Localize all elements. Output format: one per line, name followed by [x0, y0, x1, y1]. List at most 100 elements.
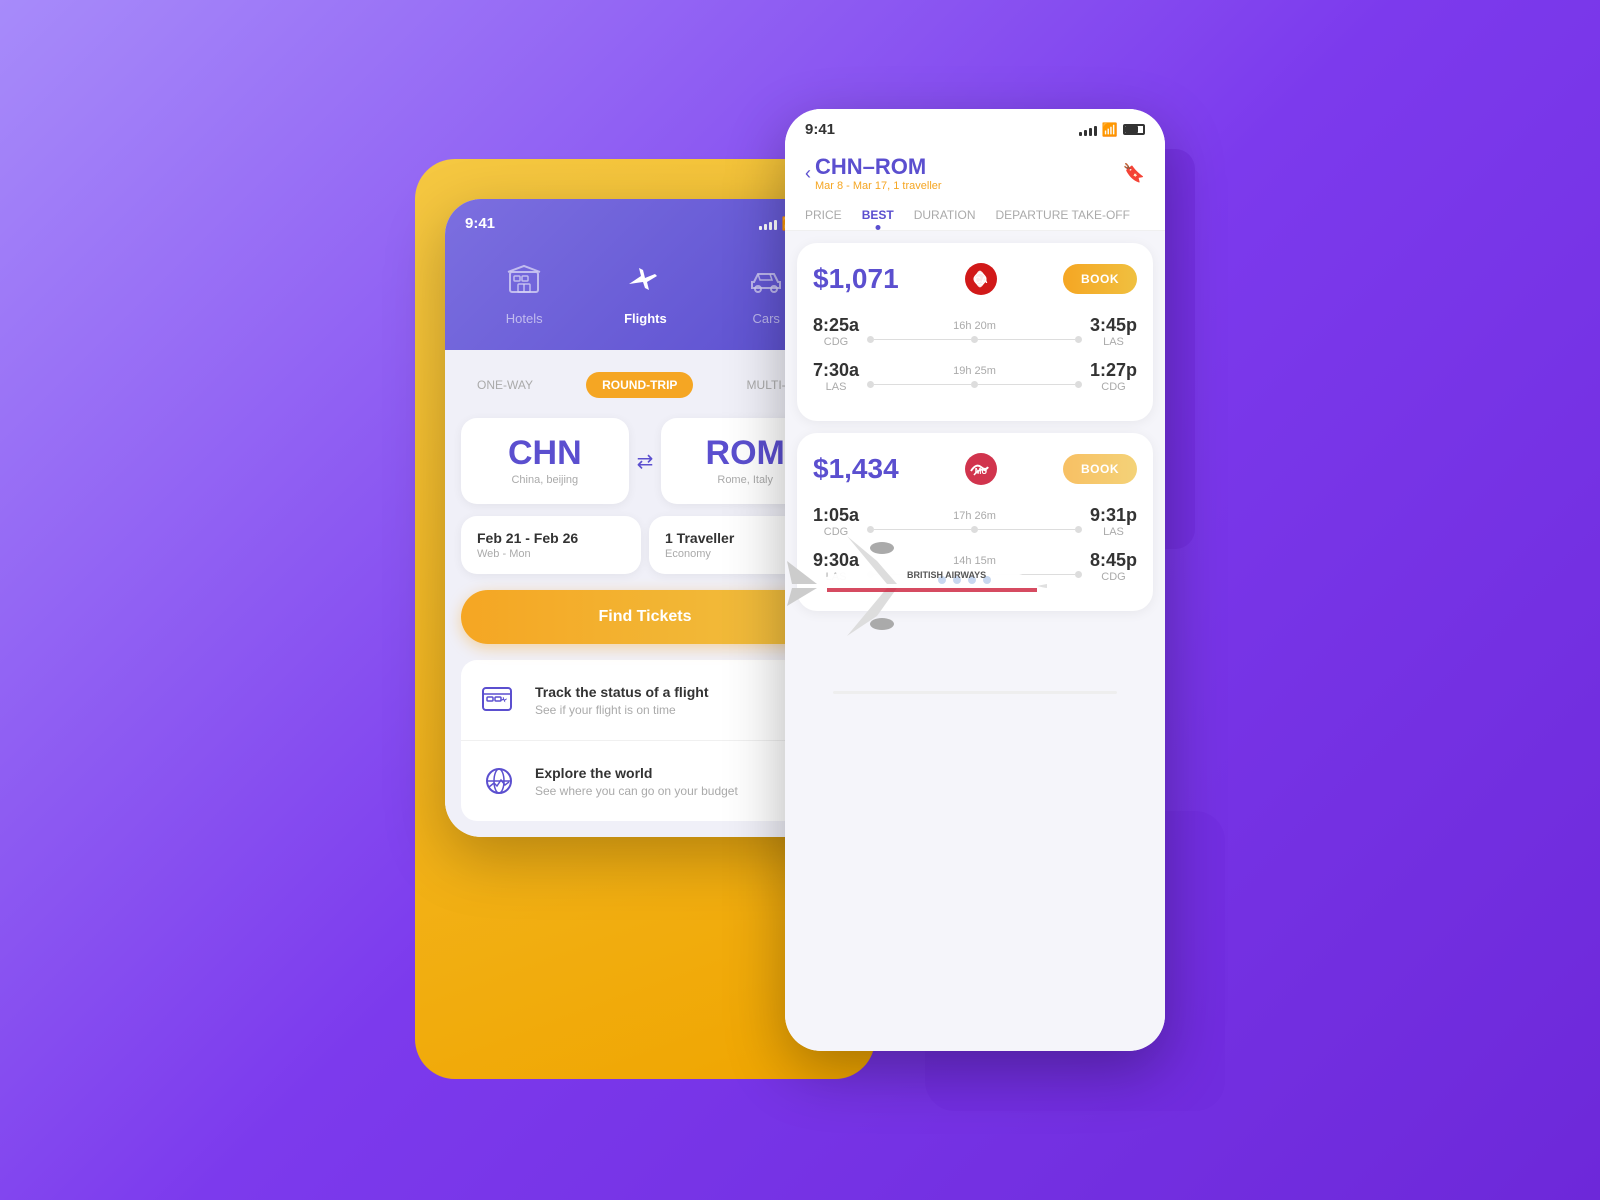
- airplane-image: BRITISH AIRWAYS: [785, 506, 1047, 671]
- air-china-logo: CA: [956, 259, 1006, 299]
- nav-tabs: Hotels Flights: [465, 252, 825, 330]
- round-trip-option[interactable]: ROUND-TRIP: [586, 372, 693, 398]
- route-info: CHN–ROM Mar 8 - Mar 17, 1 traveller: [815, 154, 942, 192]
- feature-list: Track the status of a flight See if your…: [461, 660, 829, 821]
- arrive-airport-1a: LAS: [1090, 336, 1137, 348]
- arrive-time-2b: 8:45p: [1090, 550, 1137, 571]
- depart-airport-1a: CDG: [813, 336, 859, 348]
- track-flight-title: Track the status of a flight: [535, 684, 708, 700]
- swap-icon[interactable]: ⇄: [637, 449, 654, 474]
- one-way-option[interactable]: ONE-WAY: [465, 372, 545, 398]
- svg-text:CA: CA: [974, 275, 987, 285]
- nav-tab-cars[interactable]: Cars: [748, 262, 784, 330]
- nav-tab-hotels[interactable]: Hotels: [506, 262, 543, 330]
- time-right: 9:41: [805, 121, 835, 138]
- flight-card-1-header: $1,071 CA BOOK: [813, 259, 1137, 299]
- sort-departure[interactable]: DEPARTURE TAKE-OFF: [995, 208, 1129, 230]
- explore-world-icon: [477, 759, 521, 803]
- depart-time-1a: 8:25a: [813, 315, 859, 336]
- info-row: Feb 21 - Feb 26 Web - Mon 1 Traveller Ec…: [461, 516, 829, 574]
- explore-world-text: Explore the world See where you can go o…: [535, 765, 738, 798]
- feature-item-track[interactable]: Track the status of a flight See if your…: [461, 660, 829, 741]
- explore-world-subtitle: See where you can go on your budget: [535, 784, 738, 798]
- arrive-airport-2b: CDG: [1090, 571, 1137, 583]
- flight-1-price: $1,071: [813, 263, 899, 295]
- flights-label: Flights: [624, 311, 667, 326]
- origin-card[interactable]: CHN China, beijing: [461, 418, 629, 504]
- track-flight-icon: [477, 678, 521, 722]
- right-header: ‹ CHN–ROM Mar 8 - Mar 17, 1 traveller 🔖 …: [785, 146, 1165, 231]
- hotels-icon: [506, 262, 542, 305]
- cars-icon: [748, 262, 784, 305]
- segment-2b-dest: 8:45p CDG: [1090, 550, 1137, 583]
- sort-price[interactable]: PRICE: [805, 208, 842, 230]
- flight-card-1: $1,071 CA BOOK 8:25: [797, 243, 1153, 421]
- route-title: CHN–ROM: [815, 154, 942, 180]
- signal-icon: [759, 218, 777, 230]
- back-button[interactable]: ‹ CHN–ROM Mar 8 - Mar 17, 1 traveller: [805, 154, 942, 192]
- track-flight-subtitle: See if your flight is on time: [535, 703, 708, 717]
- flight-2-price: $1,434: [813, 453, 899, 485]
- right-phone: 9:41 📶 ‹ CHN–ROM: [785, 109, 1165, 1051]
- back-arrow-icon: ‹: [805, 163, 811, 184]
- left-phone-wrapper: 9:41 📶: [435, 189, 845, 837]
- flight-card-2: $1,434 MU BOOK 1:05: [797, 433, 1153, 611]
- segment-1a-middle: 16h 20m: [859, 320, 1090, 343]
- arrive-time-2a: 9:31p: [1090, 505, 1137, 526]
- china-eastern-logo: MU: [956, 449, 1006, 489]
- hotels-label: Hotels: [506, 311, 543, 326]
- route-dates: Mar 8 - Mar 17, 1 traveller: [815, 180, 942, 192]
- wifi-icon-right: 📶: [1102, 122, 1118, 138]
- find-tickets-button[interactable]: Find Tickets: [461, 590, 829, 644]
- battery-icon-right: [1123, 124, 1145, 135]
- origin-name: China, beijing: [477, 474, 613, 486]
- segment-line-1a: [867, 336, 1082, 343]
- feature-item-explore[interactable]: Explore the world See where you can go o…: [461, 741, 829, 821]
- track-flight-text: Track the status of a flight See if your…: [535, 684, 708, 717]
- segment-1a-dest: 3:45p LAS: [1090, 315, 1137, 348]
- arrive-time-1b: 1:27p: [1090, 360, 1137, 381]
- status-bar-right: 9:41 📶: [785, 109, 1165, 146]
- arrive-airport-1b: CDG: [1090, 381, 1137, 393]
- airport-row: CHN China, beijing ⇄ ROM Rome, Italy: [461, 418, 829, 504]
- segment-2a-dest: 9:31p LAS: [1090, 505, 1137, 538]
- segment-1b-origin: 7:30a LAS: [813, 360, 859, 393]
- segment-1b-dest: 1:27p CDG: [1090, 360, 1137, 393]
- cars-label: Cars: [752, 311, 779, 326]
- dates-card[interactable]: Feb 21 - Feb 26 Web - Mon: [461, 516, 641, 574]
- time-left: 9:41: [465, 215, 495, 232]
- sort-tabs: PRICE BEST DURATION DEPARTURE TAKE-OFF: [805, 196, 1145, 230]
- sort-duration[interactable]: DURATION: [914, 208, 976, 230]
- nav-tab-flights[interactable]: Flights: [624, 262, 667, 330]
- segment-1a-origin: 8:25a CDG: [813, 315, 859, 348]
- flight-card-2-header: $1,434 MU BOOK: [813, 449, 1137, 489]
- arrive-airport-2a: LAS: [1090, 526, 1137, 538]
- duration-1b: 19h 25m: [953, 365, 996, 377]
- arrive-time-1a: 3:45p: [1090, 315, 1137, 336]
- segment-1b: 7:30a LAS 19h 25m 1: [813, 360, 1137, 393]
- back-row: ‹ CHN–ROM Mar 8 - Mar 17, 1 traveller 🔖: [805, 154, 1145, 192]
- dates-sub: Web - Mon: [477, 548, 625, 560]
- scroll-indicator: [833, 691, 1118, 694]
- bookmark-icon[interactable]: 🔖: [1123, 163, 1145, 184]
- duration-1a: 16h 20m: [953, 320, 996, 332]
- origin-code: CHN: [477, 436, 613, 470]
- depart-airport-1b: LAS: [813, 381, 859, 393]
- right-body: $1,071 CA BOOK 8:25: [785, 231, 1165, 1051]
- depart-time-1b: 7:30a: [813, 360, 859, 381]
- status-bar-left: 9:41 📶: [465, 215, 825, 232]
- flights-icon: [625, 262, 665, 305]
- screens-container: 9:41 📶: [435, 149, 1165, 1051]
- segment-1a: 8:25a CDG 16h 20m 3: [813, 315, 1137, 348]
- status-icons-right: 📶: [1079, 122, 1145, 138]
- segment-1b-middle: 19h 25m: [859, 365, 1090, 388]
- explore-world-title: Explore the world: [535, 765, 738, 781]
- sort-best[interactable]: BEST: [862, 208, 894, 230]
- signal-icon-right: [1079, 124, 1097, 136]
- book-button-2[interactable]: BOOK: [1063, 454, 1137, 484]
- book-button-1[interactable]: BOOK: [1063, 264, 1137, 294]
- svg-text:BRITISH AIRWAYS: BRITISH AIRWAYS: [907, 570, 986, 580]
- dates-main: Feb 21 - Feb 26: [477, 530, 625, 546]
- svg-text:MU: MU: [975, 467, 988, 476]
- segment-line-1b: [867, 381, 1082, 388]
